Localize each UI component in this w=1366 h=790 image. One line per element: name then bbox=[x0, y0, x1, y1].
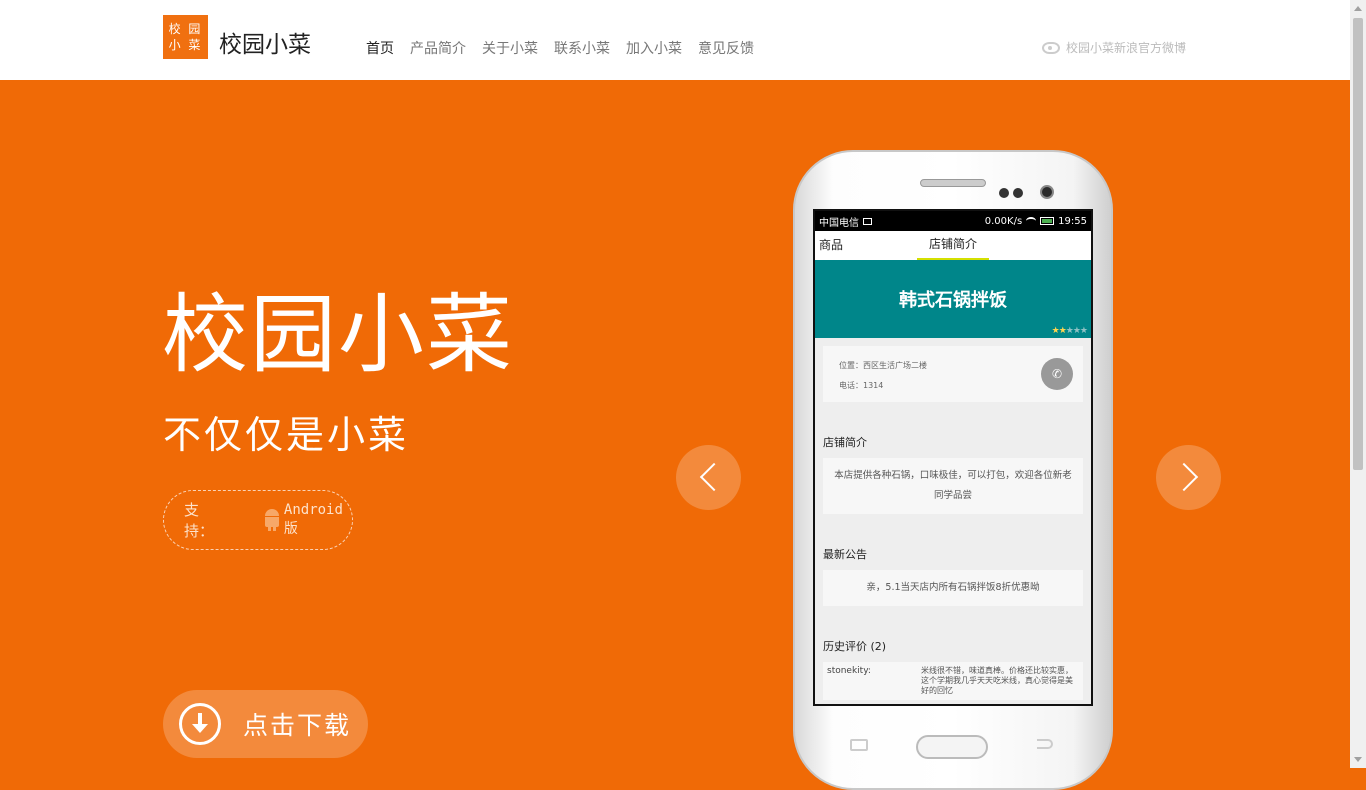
logo-line2: 小 菜 bbox=[168, 38, 203, 52]
nav-item-product[interactable]: 产品简介 bbox=[410, 38, 466, 58]
nav-item-contact[interactable]: 联系小菜 bbox=[554, 38, 610, 58]
image-icon bbox=[863, 217, 872, 225]
brand-name[interactable]: 校园小菜 bbox=[219, 25, 311, 59]
platform-support-badge: 支持： Android版 bbox=[163, 490, 353, 550]
logo[interactable]: 校 园 小 菜 bbox=[163, 15, 208, 59]
review-text: 米线很不错，味道真棒。价格还比较实惠，这个学期我几乎天天吃米线，真心觉得是美好的… bbox=[921, 666, 1073, 695]
support-label: 支持： bbox=[184, 501, 215, 540]
intro-title: 店铺简介 bbox=[823, 436, 867, 449]
phone-sensor bbox=[1013, 188, 1023, 198]
shop-info-card: 位置：西区生活广场二楼 电话：1314 ✆ bbox=[823, 346, 1083, 402]
shop-location: 位置：西区生活广场二楼 bbox=[839, 361, 927, 370]
status-bar: 中国电信 0.00K/s 19:55 bbox=[815, 211, 1091, 231]
carousel-next-button[interactable] bbox=[1156, 445, 1221, 510]
hero-subtitle: 不仅仅是小菜 bbox=[163, 413, 410, 457]
home-button bbox=[916, 735, 988, 759]
phone-screen: 中国电信 0.00K/s 19:55 商品 店铺简介 韩式石锅拌饭 ★★★★★ … bbox=[813, 209, 1093, 706]
logo-line1: 校 园 bbox=[168, 22, 203, 36]
top-header: 校 园 小 菜 校园小菜 首页 产品简介 关于小菜 联系小菜 加入小菜 意见反馈… bbox=[0, 0, 1350, 80]
nav-item-join[interactable]: 加入小菜 bbox=[626, 38, 682, 58]
carrier-label: 中国电信 bbox=[819, 217, 859, 229]
phone-camera bbox=[1040, 185, 1054, 199]
back-key-icon bbox=[1037, 739, 1053, 749]
wifi-icon bbox=[1026, 217, 1037, 225]
intro-card: 本店提供各种石锅，口味极佳，可以打包，欢迎各位新老同学品尝 bbox=[823, 458, 1083, 514]
review-item: stonekity: 米线很不错，味道真棒。价格还比较实惠，这个学期我几乎天天吃… bbox=[823, 662, 1083, 700]
rating-stars: ★★★★★ bbox=[1051, 326, 1088, 336]
battery-icon bbox=[1040, 217, 1055, 225]
scroll-down-icon[interactable] bbox=[1354, 757, 1362, 762]
review-user: stonekity: bbox=[827, 666, 871, 676]
phone-sensor bbox=[999, 188, 1009, 198]
shop-banner: 韩式石锅拌饭 ★★★★★ bbox=[815, 260, 1091, 338]
download-icon bbox=[179, 703, 221, 745]
nav-item-home[interactable]: 首页 bbox=[366, 38, 394, 58]
carousel-prev-button[interactable] bbox=[676, 445, 741, 510]
shop-name: 韩式石锅拌饭 bbox=[899, 290, 1007, 311]
nav-item-about[interactable]: 关于小菜 bbox=[482, 38, 538, 58]
tab-goods[interactable]: 商品 bbox=[815, 231, 847, 260]
main-nav: 首页 产品简介 关于小菜 联系小菜 加入小菜 意见反馈 bbox=[366, 38, 754, 58]
tab-shop-intro[interactable]: 店铺简介 bbox=[917, 231, 990, 260]
notice-card: 亲，5.1当天店内所有石锅拌饭8折优惠呦 bbox=[823, 570, 1083, 606]
support-platform: Android版 bbox=[283, 502, 343, 537]
shop-phone: 电话：1314 bbox=[839, 381, 884, 390]
weibo-link-label: 校园小菜新浪官方微博 bbox=[1066, 41, 1187, 55]
scroll-up-icon[interactable] bbox=[1354, 6, 1362, 11]
scrollbar-thumb[interactable] bbox=[1353, 18, 1363, 470]
download-button[interactable]: 点击下载 bbox=[163, 690, 368, 758]
app-tabs: 商品 店铺简介 bbox=[815, 231, 1091, 260]
weibo-icon bbox=[1042, 41, 1060, 54]
clock: 19:55 bbox=[1058, 215, 1087, 227]
hero-title: 校园小菜 bbox=[162, 285, 514, 385]
phone-mockup: 中国电信 0.00K/s 19:55 商品 店铺简介 韩式石锅拌饭 ★★★★★ … bbox=[793, 150, 1113, 790]
page-scrollbar[interactable] bbox=[1350, 0, 1366, 768]
nav-item-feedback[interactable]: 意见反馈 bbox=[698, 38, 754, 58]
network-speed: 0.00K/s bbox=[984, 215, 1023, 227]
phone-call-icon[interactable]: ✆ bbox=[1041, 358, 1073, 390]
notice-title: 最新公告 bbox=[823, 548, 867, 561]
phone-speaker bbox=[920, 179, 986, 187]
android-icon bbox=[264, 509, 279, 531]
reviews-title: 历史评价 (2) bbox=[823, 640, 887, 653]
menu-key-icon bbox=[850, 739, 868, 751]
download-label: 点击下载 bbox=[243, 711, 352, 740]
weibo-link[interactable]: 校园小菜新浪官方微博 bbox=[1042, 39, 1186, 56]
